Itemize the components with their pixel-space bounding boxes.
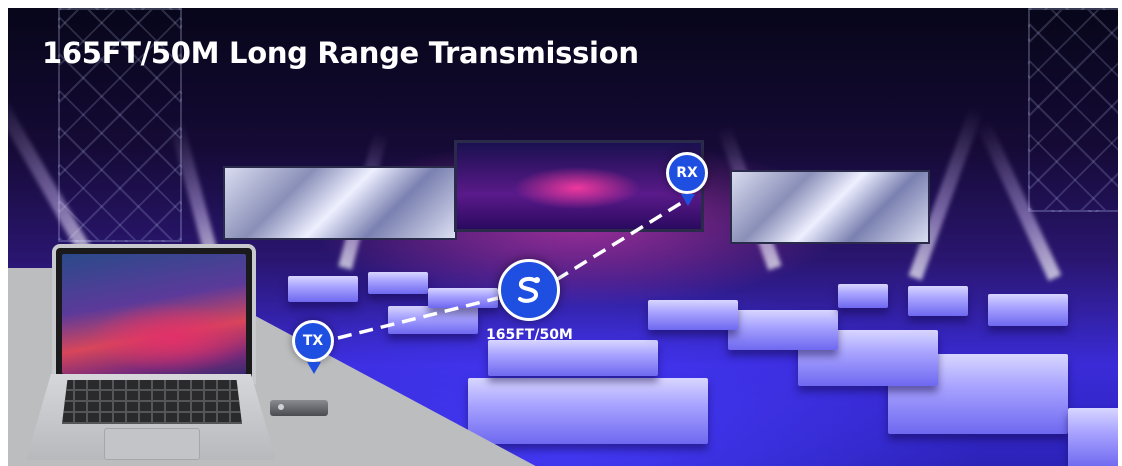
laptop-display [52, 244, 256, 384]
banner-title: 165FT/50M Long Range Transmission [42, 36, 639, 70]
rx-label: RX [676, 165, 698, 181]
usb-transmitter-dongle [270, 400, 328, 416]
hub-rx-dashed-line [555, 198, 687, 282]
laptop-wallpaper [62, 254, 246, 374]
tx-pin-tail [307, 362, 321, 374]
hero-banner: TX RX 165FT/50M 165FT/50M Long Range Tra… [8, 8, 1118, 466]
laptop-keyboard [62, 380, 242, 424]
rx-badge: RX [666, 152, 708, 194]
tx-hub-dashed-line [337, 296, 499, 340]
rx-pin-tail [681, 194, 695, 206]
signal-s-icon [518, 276, 540, 303]
tx-label: TX [302, 333, 324, 349]
signal-hub [498, 259, 560, 321]
distance-label: 165FT/50M [486, 327, 573, 343]
tx-badge: TX [292, 320, 334, 362]
laptop-touchpad [104, 428, 200, 460]
